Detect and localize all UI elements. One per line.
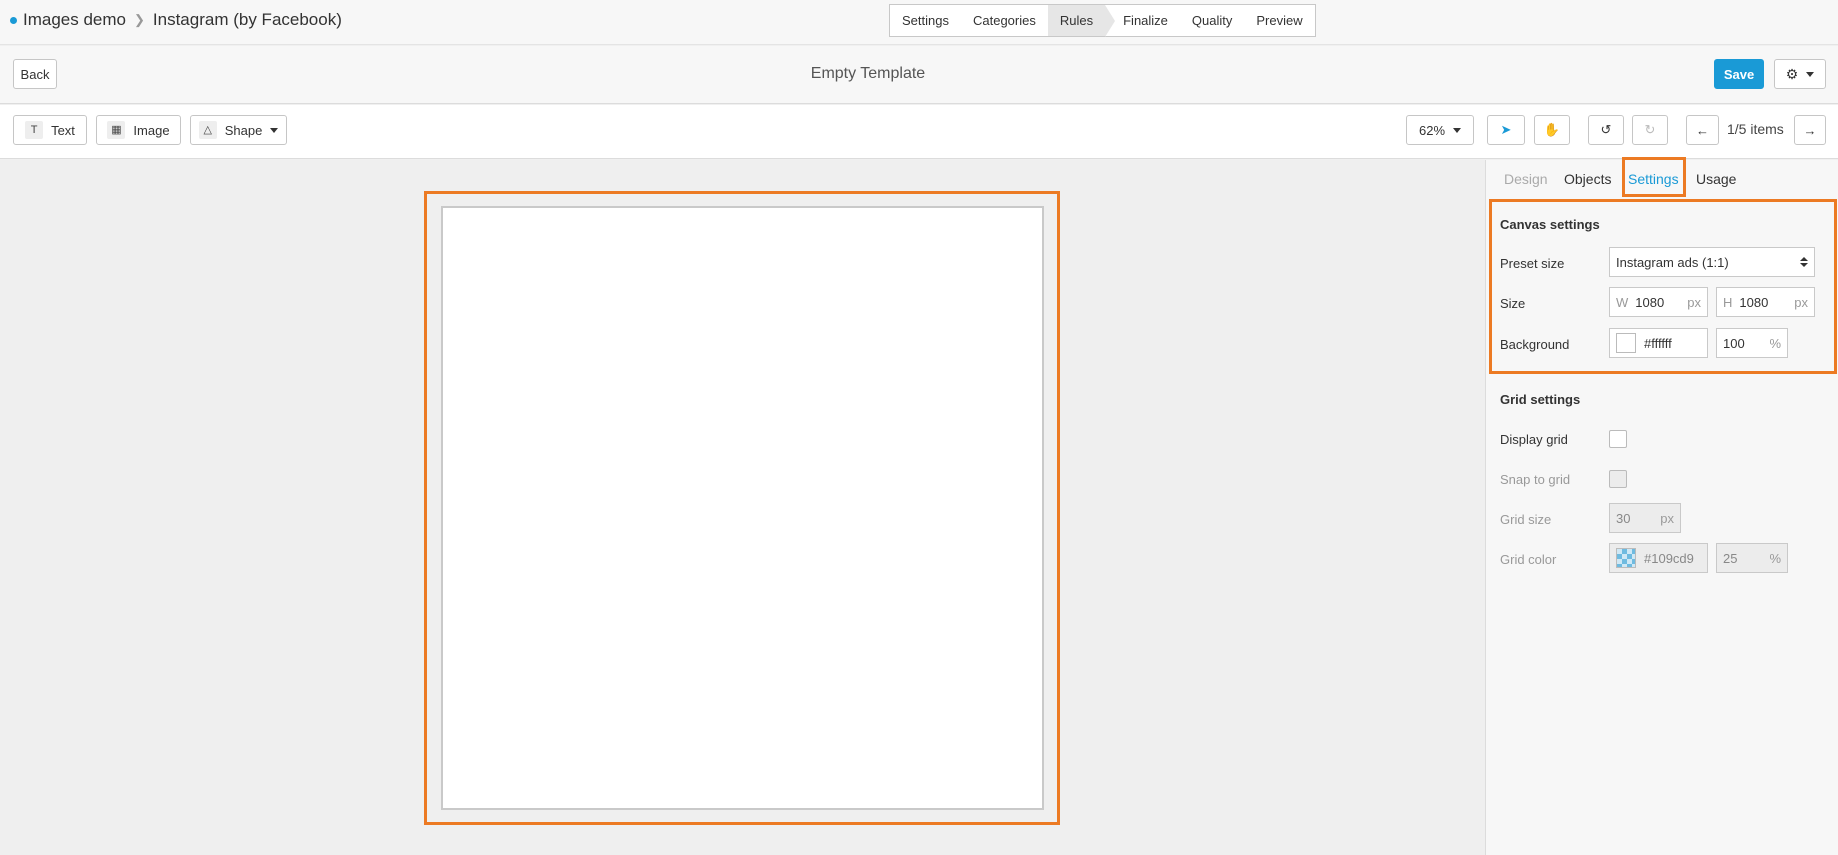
status-dot: [10, 16, 17, 24]
shapes-icon: △: [198, 121, 217, 139]
canvas-settings-title: Canvas settings: [1500, 217, 1600, 232]
size-label: Size: [1500, 296, 1526, 311]
width-unit: px: [1687, 294, 1701, 310]
hand-icon: ✋: [1543, 122, 1561, 137]
grid-size-unit: px: [1660, 510, 1674, 526]
item-counter: 1/5 items: [1727, 121, 1784, 137]
preset-size-label: Preset size: [1500, 256, 1565, 271]
top-bar: Images demo ❯ Instagram (by Facebook) Se…: [0, 0, 1838, 45]
background-opacity-input[interactable]: 100 %: [1716, 328, 1788, 358]
tab-settings[interactable]: Settings: [1628, 171, 1679, 187]
undo-icon: ↺: [1600, 122, 1612, 137]
title-bar: Back Empty Template Save ⚙: [0, 46, 1838, 104]
gear-icon: ⚙: [1785, 65, 1799, 82]
percent-icon: %: [1769, 335, 1781, 351]
add-image-button[interactable]: ▦ Image: [96, 115, 181, 145]
grid-size-label: Grid size: [1500, 512, 1552, 527]
background-color-swatch[interactable]: [1616, 333, 1636, 353]
zoom-value: 62%: [1418, 122, 1446, 138]
grid-color-label: Grid color: [1500, 552, 1557, 567]
add-shape-button[interactable]: △ Shape: [190, 115, 287, 145]
chevron-down-icon: [1453, 127, 1462, 133]
width-value: 1080: [1635, 294, 1665, 310]
workflow-steps: Settings Categories Rules Finalize Quali…: [889, 4, 1316, 37]
grid-size-value: 30: [1616, 510, 1631, 526]
page-title: Empty Template: [810, 65, 926, 82]
grid-size-input[interactable]: 30 px: [1609, 503, 1681, 533]
step-categories[interactable]: Categories: [961, 5, 1048, 36]
redo-button[interactable]: ↻: [1632, 115, 1668, 145]
breadcrumb-page: Instagram (by Facebook): [152, 10, 342, 29]
width-input[interactable]: W 1080 px: [1609, 287, 1708, 317]
chevron-right-icon: ❯: [134, 12, 145, 27]
step-preview[interactable]: Preview: [1244, 5, 1314, 36]
percent-icon: %: [1769, 550, 1781, 566]
canvas-highlight: [424, 191, 1060, 825]
canvas-workspace[interactable]: [0, 160, 1485, 855]
redo-icon: ↻: [1644, 122, 1656, 137]
grid-opacity-value: 25: [1723, 550, 1738, 566]
grid-color-value: #109cd9: [1644, 550, 1694, 566]
preset-size-select[interactable]: Instagram ads (1:1): [1609, 247, 1815, 277]
add-image-label: Image: [133, 122, 170, 138]
step-finalize[interactable]: Finalize: [1105, 5, 1180, 36]
step-rules[interactable]: Rules: [1047, 5, 1116, 37]
background-label: Background: [1500, 337, 1570, 352]
height-value: 1080: [1739, 294, 1769, 310]
pan-tool-button[interactable]: ✋: [1534, 115, 1570, 145]
add-text-label: Text: [51, 122, 75, 138]
undo-button[interactable]: ↺: [1588, 115, 1624, 145]
panel-tabs: Design Objects Settings Usage: [1486, 157, 1838, 200]
tab-design[interactable]: Design: [1504, 171, 1548, 187]
tab-usage[interactable]: Usage: [1696, 171, 1736, 187]
height-unit: px: [1794, 294, 1808, 310]
breadcrumb-project[interactable]: Images demo: [23, 10, 126, 30]
image-icon: ▦: [107, 121, 126, 139]
preset-size-value: Instagram ads (1:1): [1616, 254, 1729, 270]
text-icon: T: [25, 121, 44, 139]
chevron-down-icon: [270, 127, 279, 133]
display-grid-label: Display grid: [1500, 432, 1568, 447]
chevron-down-icon: [1806, 71, 1815, 77]
previous-item-button[interactable]: ←: [1686, 115, 1719, 145]
snap-to-grid-checkbox[interactable]: [1609, 470, 1627, 488]
add-text-button[interactable]: T Text: [13, 115, 87, 145]
editor-toolbar: T Text ▦ Image △ Shape 62% ➤ ✋ ↺ ↻ ← 1/5…: [0, 105, 1838, 159]
properties-panel: Design Objects Settings Usage Canvas set…: [1485, 157, 1838, 855]
background-color-value: #ffffff: [1644, 335, 1672, 351]
snap-to-grid-label: Snap to grid: [1500, 472, 1571, 487]
next-item-button[interactable]: →: [1794, 115, 1826, 145]
breadcrumb: Images demo ❯ Instagram (by Facebook): [10, 10, 342, 30]
height-prefix: H: [1723, 294, 1733, 310]
select-tool-button[interactable]: ➤: [1487, 115, 1525, 145]
settings-menu-button[interactable]: ⚙: [1774, 59, 1826, 89]
sort-arrows-icon: [1800, 257, 1808, 267]
width-prefix: W: [1616, 294, 1629, 310]
arrow-right-icon: →: [1803, 122, 1817, 138]
grid-color-input[interactable]: #109cd9: [1609, 543, 1708, 573]
grid-settings-title: Grid settings: [1500, 392, 1581, 407]
height-input[interactable]: H 1080 px: [1716, 287, 1815, 317]
grid-opacity-input[interactable]: 25 %: [1716, 543, 1788, 573]
save-button[interactable]: Save: [1714, 59, 1764, 89]
tab-objects[interactable]: Objects: [1564, 171, 1611, 187]
display-grid-checkbox[interactable]: [1609, 430, 1627, 448]
cursor-icon: ➤: [1500, 122, 1512, 137]
background-opacity-value: 100: [1723, 335, 1745, 351]
zoom-select[interactable]: 62%: [1406, 115, 1474, 145]
artboard[interactable]: [441, 206, 1044, 810]
grid-color-swatch[interactable]: [1616, 548, 1636, 568]
add-shape-label: Shape: [224, 122, 263, 138]
background-color-input[interactable]: #ffffff: [1609, 328, 1708, 358]
arrow-left-icon: ←: [1696, 122, 1709, 138]
step-settings[interactable]: Settings: [890, 5, 961, 36]
step-quality[interactable]: Quality: [1180, 5, 1244, 36]
